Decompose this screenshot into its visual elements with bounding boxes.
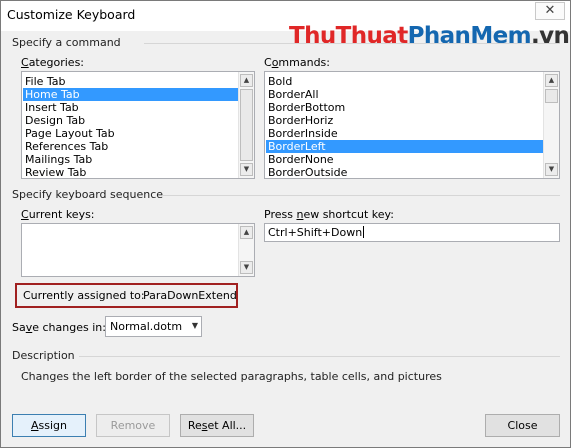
scroll-up-arrow-icon[interactable]: ▲ — [545, 74, 558, 87]
scroll-down-arrow-icon[interactable]: ▼ — [240, 261, 253, 274]
save-changes-value: Normal.dotm — [110, 320, 183, 333]
assign-button[interactable]: Assign — [12, 414, 86, 437]
currently-assigned-box: Currently assigned to: ParaDownExtend — [15, 283, 238, 308]
keyboard-sequence-heading: Specify keyboard sequence — [12, 188, 164, 201]
scroll-down-arrow-icon[interactable]: ▼ — [240, 163, 253, 176]
command-item-selected[interactable]: BorderLeft — [266, 140, 543, 153]
save-changes-label: Save changes in: — [12, 321, 106, 334]
commands-label-text: mmands: — [278, 56, 330, 69]
command-item[interactable]: BorderAll — [266, 88, 543, 101]
press-shortcut-label: Press new shortcut key: — [264, 208, 394, 221]
category-item-selected[interactable]: Home Tab — [23, 88, 238, 101]
command-item[interactable]: BorderInside — [266, 127, 543, 140]
command-item[interactable]: Bold — [266, 75, 543, 88]
watermark-part2: Thuat — [335, 23, 409, 49]
reset-all-button-text: et All... — [207, 419, 247, 432]
category-item[interactable]: Page Layout Tab — [23, 127, 238, 140]
category-item[interactable]: File Tab — [23, 75, 238, 88]
commands-listbox[interactable]: Bold BorderAll BorderBottom BorderHoriz … — [264, 71, 560, 179]
press-shortcut-label-first: Press — [264, 208, 297, 221]
shortcut-key-value: Ctrl+Shift+Down — [268, 226, 363, 239]
commands-label-first: C — [264, 56, 272, 69]
description-text: Changes the left border of the selected … — [21, 370, 442, 383]
watermark-logo: ThuThuatPhanMem.vn — [289, 23, 570, 49]
category-item[interactable]: References Tab — [23, 140, 238, 153]
current-keys-label-accel: C — [21, 208, 29, 221]
scroll-thumb[interactable] — [545, 89, 558, 103]
chevron-down-icon[interactable]: ▼ — [192, 321, 198, 330]
reset-all-button-first: Re — [187, 419, 202, 432]
dialog-title: Customize Keyboard — [7, 7, 136, 22]
reset-all-button[interactable]: Reset All... — [180, 414, 254, 437]
scroll-up-arrow-icon[interactable]: ▲ — [240, 226, 253, 239]
watermark-part3: Phan — [407, 23, 471, 49]
assign-button-text: ssign — [38, 419, 67, 432]
category-item[interactable]: Insert Tab — [23, 101, 238, 114]
save-changes-label-first: Sa — [12, 321, 26, 334]
categories-label: Categories: — [21, 56, 84, 69]
close-icon[interactable]: ✕ — [535, 2, 565, 20]
scroll-thumb[interactable] — [240, 89, 253, 161]
commands-label: Commands: — [264, 56, 330, 69]
description-heading: Description — [12, 349, 75, 362]
commands-scrollbar[interactable]: ▲ ▼ — [543, 72, 559, 178]
assign-button-accel: A — [30, 419, 39, 432]
category-item[interactable]: Design Tab — [23, 114, 238, 127]
press-shortcut-label-text: ew shortcut key: — [303, 208, 394, 221]
command-item[interactable]: BorderNone — [266, 153, 543, 166]
watermark-part1: Thu — [289, 23, 336, 49]
section-divider — [79, 356, 560, 357]
shortcut-key-input[interactable]: Ctrl+Shift+Down — [264, 223, 560, 242]
scroll-up-arrow-icon[interactable]: ▲ — [240, 74, 253, 87]
command-item[interactable]: BorderOutside — [266, 166, 543, 178]
save-changes-label-text: e changes in: — [32, 321, 106, 334]
watermark-part5: .vn — [530, 23, 570, 49]
section-divider — [144, 43, 560, 44]
specify-command-heading: Specify a command — [12, 36, 121, 49]
category-item[interactable]: Review Tab — [23, 166, 238, 178]
scroll-down-arrow-icon[interactable]: ▼ — [545, 163, 558, 176]
categories-label-text: ategories: — [28, 56, 85, 69]
close-button[interactable]: Close — [485, 414, 560, 437]
category-item[interactable]: Mailings Tab — [23, 153, 238, 166]
remove-button[interactable]: Remove — [96, 414, 170, 437]
categories-scrollbar[interactable]: ▲ ▼ — [238, 72, 254, 178]
customize-keyboard-dialog: Customize Keyboard ✕ ThuThuatPhanMem.vn … — [0, 0, 571, 448]
save-changes-dropdown[interactable]: Normal.dotm ▼ — [105, 316, 202, 337]
command-item[interactable]: BorderHoriz — [266, 114, 543, 127]
current-keys-label: Current keys: — [21, 208, 95, 221]
currently-assigned-label: Currently assigned to: — [23, 289, 145, 302]
section-divider — [163, 195, 560, 196]
text-caret — [363, 226, 365, 238]
categories-listbox[interactable]: File Tab Home Tab Insert Tab Design Tab … — [21, 71, 255, 179]
categories-label-accel: C — [21, 56, 29, 69]
currently-assigned-value: ParaDownExtend — [143, 289, 237, 302]
current-keys-label-text: urrent keys: — [28, 208, 95, 221]
current-keys-listbox[interactable]: ▲ ▼ — [21, 223, 255, 277]
current-keys-scrollbar[interactable]: ▲ ▼ — [238, 224, 254, 276]
watermark-part4: Mem — [470, 23, 531, 49]
command-item[interactable]: BorderBottom — [266, 101, 543, 114]
